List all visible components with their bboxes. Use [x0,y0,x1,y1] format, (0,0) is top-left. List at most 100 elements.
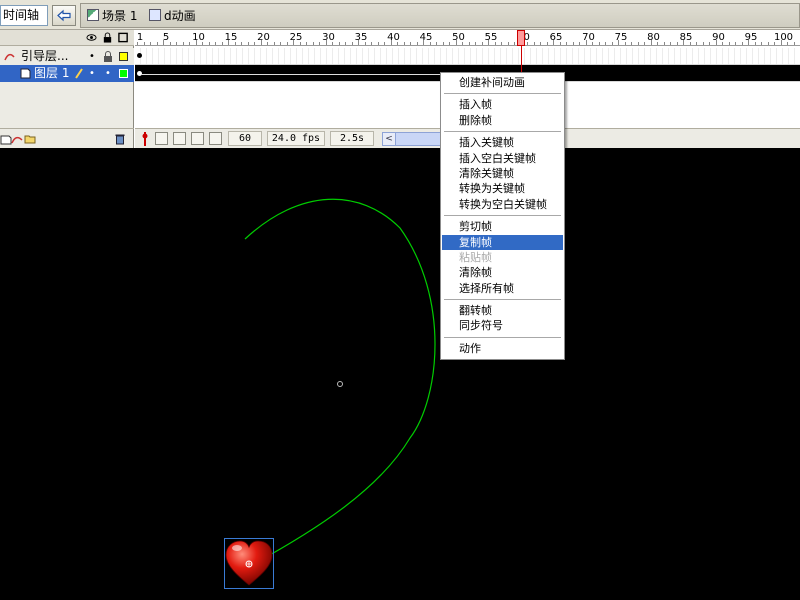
ruler-tick [247,42,249,45]
layer-row-layer1[interactable]: 图层 1 • • [0,65,134,82]
layer-row-guide[interactable]: 引导层... • [0,48,134,65]
modify-onion-markers-icon[interactable] [209,132,222,145]
stage[interactable] [0,148,800,600]
breadcrumb-scene[interactable]: 场景 1 [87,8,137,24]
ruler-tick [358,40,359,45]
breadcrumb-symbol[interactable]: d动画 [149,8,196,24]
timeline-toggle-button[interactable]: 时间轴 [0,5,48,26]
lock-icon[interactable] [102,32,113,43]
ruler-tick [286,42,288,45]
frame-ruler[interactable]: 1510152025303540455055606570758085909510… [135,30,800,46]
ruler-tick [241,42,242,45]
playhead[interactable] [517,30,525,46]
onion-skin-outlines-icon[interactable] [173,132,186,145]
menu-item[interactable]: 翻转帧 [442,303,563,318]
outline-icon[interactable] [118,32,129,43]
keyframe[interactable] [137,53,142,58]
scroll-left-icon[interactable]: < [382,132,396,146]
ruler-tick [345,42,346,45]
menu-item[interactable]: 复制帧 [442,234,563,250]
ruler-tick [234,42,236,45]
menu-item[interactable]: 剪切帧 [442,219,563,234]
menu-separator [442,334,563,341]
ruler-tick [611,42,613,45]
layer-color-swatch[interactable] [119,52,128,61]
ruler-tick [332,42,333,45]
ruler-tick [514,42,515,45]
ruler-tick [676,42,678,45]
menu-item[interactable]: 清除关键帧 [442,166,563,181]
menu-separator [442,296,563,303]
add-folder-icon[interactable] [24,133,36,145]
onion-skin-icon[interactable] [155,132,168,145]
ruler-tick [449,42,450,45]
ruler-tick [416,42,418,45]
ruler-tick [754,42,756,45]
ruler-tick [488,40,489,45]
menu-item[interactable]: 动作 [442,341,563,356]
ruler-tick [208,42,210,45]
menu-item: 粘贴帧 [459,250,492,264]
ruler-tick [702,42,704,45]
layer-tools [0,128,134,148]
ruler-tick [137,42,138,45]
ruler-tick [390,40,392,45]
ruler-tick [793,42,795,45]
ruler-tick [683,40,684,45]
top-bar: 时间轴 场景 1 d动画 [0,0,800,30]
frame-rate: 24.0 fps [267,131,325,146]
delete-layer-icon[interactable] [114,133,126,145]
ruler-tick [787,42,788,45]
menu-item[interactable]: 转换为关键帧 [442,181,563,196]
layer-color-swatch[interactable] [119,69,128,78]
menu-item[interactable]: 插入帧 [442,97,563,112]
lock-dot[interactable]: • [104,65,112,82]
visibility-dot[interactable]: • [88,48,96,65]
ruler-tick [670,42,671,45]
menu-item[interactable]: 删除帧 [442,113,563,128]
ruler-tick [748,40,749,45]
lock-icon[interactable] [103,51,113,62]
current-frame: 60 [228,131,262,146]
menu-item[interactable]: 同步符号 [442,318,563,333]
ruler-tick [572,42,574,45]
center-frame-icon[interactable] [139,132,151,146]
ruler-tick [215,42,216,45]
ruler-tick [202,42,203,45]
ruler-tick [540,42,541,45]
menu-item[interactable]: 选择所有帧 [442,281,563,296]
ruler-tick [709,42,710,45]
ruler-tick [585,40,587,45]
back-button[interactable] [52,5,76,26]
add-guide-layer-icon[interactable] [11,133,23,145]
ruler-tick [501,42,502,45]
ruler-tick [722,42,723,45]
menu-item[interactable]: 插入空白关键帧 [442,151,563,166]
ruler-tick [410,42,411,45]
ruler-tick [761,42,762,45]
edit-multiple-frames-icon[interactable] [191,132,204,145]
ruler-tick [624,42,626,45]
menu-separator [442,212,563,219]
menu-item[interactable]: 创建补间动画 [442,75,563,90]
motion-guide-path [244,198,436,567]
ruler-tick [351,42,353,45]
menu-separator [442,90,563,97]
menu-item[interactable]: 转换为空白关键帧 [442,197,563,212]
ruler-tick [156,42,158,45]
ruler-tick [319,42,320,45]
registration-point-icon [337,381,343,387]
ruler-tick [306,42,307,45]
menu-item[interactable]: 插入关键帧 [442,135,563,150]
ruler-tick [579,42,580,45]
guide-layer-icon [4,53,15,61]
ruler-tick [468,42,470,45]
stage-canvas [225,198,436,586]
menu-item[interactable]: 清除帧 [442,265,563,280]
frame-row-guide[interactable] [135,48,800,65]
ruler-tick [481,42,483,45]
ruler-tick [631,42,632,45]
visibility-dot[interactable]: • [88,65,96,82]
eye-icon[interactable] [86,32,97,43]
ruler-tick [650,40,652,45]
